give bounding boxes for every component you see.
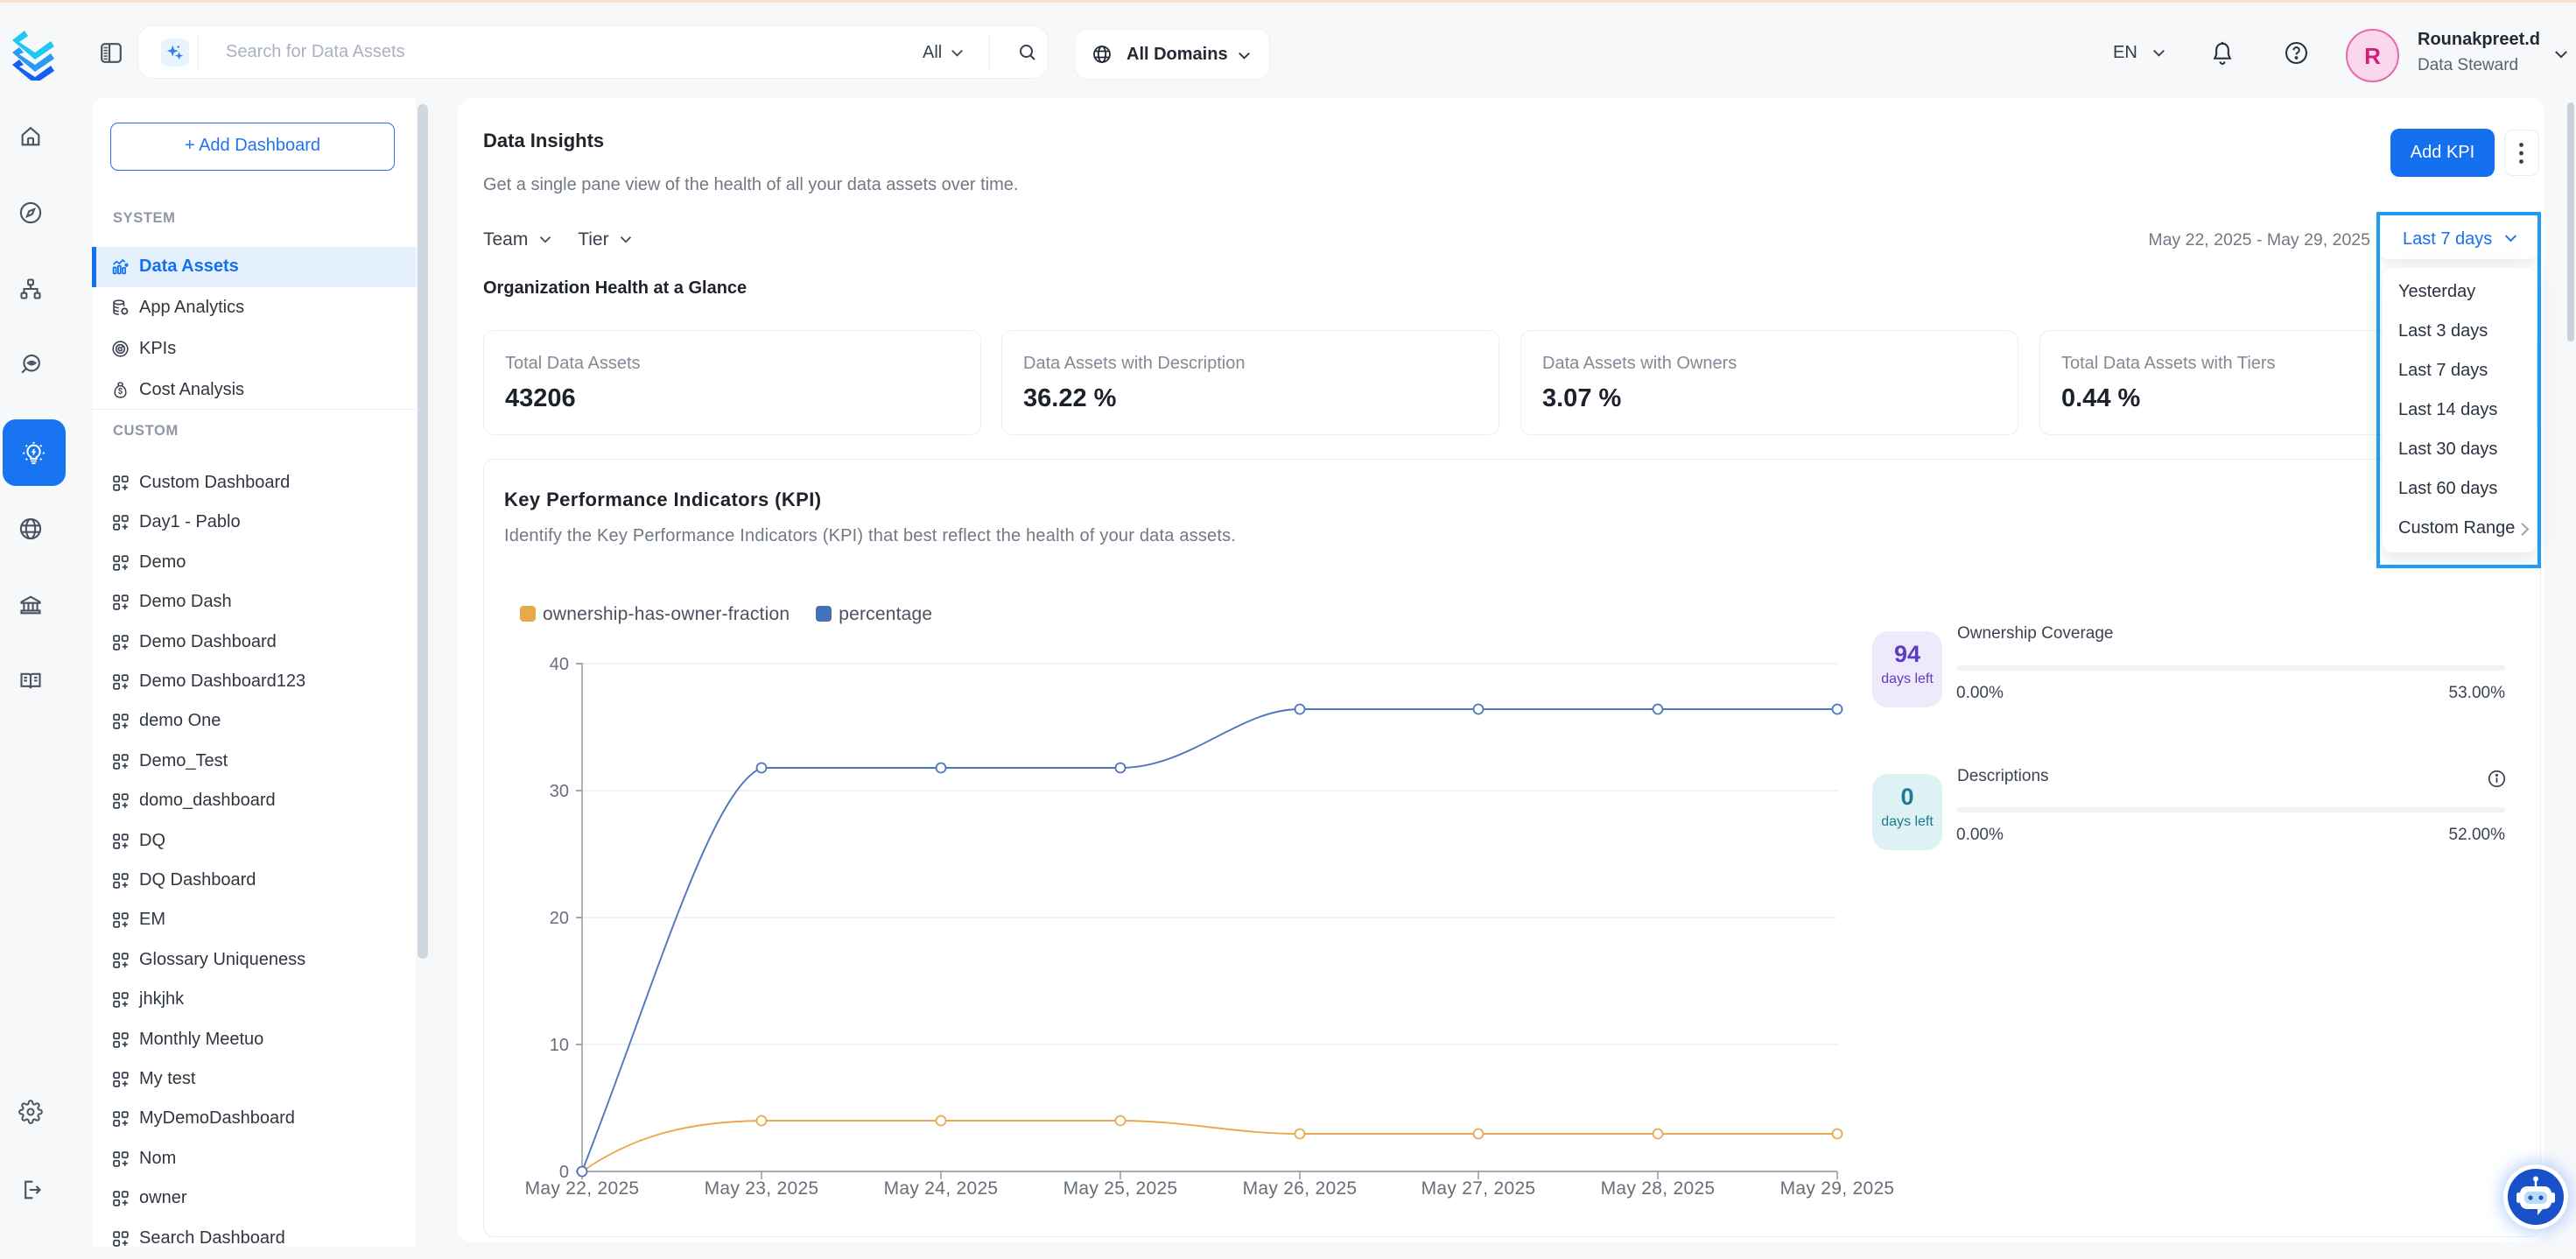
svg-text:May 22, 2025: May 22, 2025 xyxy=(525,1178,640,1199)
svg-text:May 24, 2025: May 24, 2025 xyxy=(884,1178,999,1199)
svg-text:20: 20 xyxy=(550,909,569,928)
svg-text:May 27, 2025: May 27, 2025 xyxy=(1421,1178,1536,1199)
svg-text:30: 30 xyxy=(550,782,569,801)
svg-text:10: 10 xyxy=(550,1036,569,1055)
svg-text:May 23, 2025: May 23, 2025 xyxy=(705,1178,819,1199)
svg-text:May 29, 2025: May 29, 2025 xyxy=(1780,1178,1895,1199)
svg-text:40: 40 xyxy=(550,655,569,674)
svg-text:May 26, 2025: May 26, 2025 xyxy=(1243,1178,1358,1199)
svg-text:May 25, 2025: May 25, 2025 xyxy=(1063,1178,1178,1199)
svg-text:May 28, 2025: May 28, 2025 xyxy=(1601,1178,1716,1199)
